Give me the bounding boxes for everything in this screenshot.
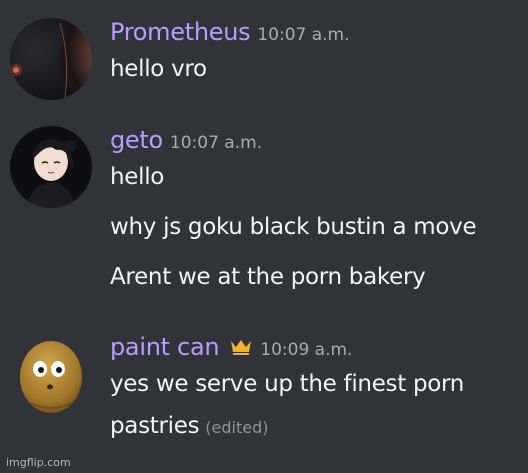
edited-label: (edited) [205, 418, 269, 437]
wall-nut-avatar-icon [10, 333, 92, 415]
timestamp: 10:09 a.m. [260, 340, 353, 360]
message-text-fragment: pastries [110, 413, 200, 439]
anime-character-avatar-icon [10, 126, 92, 208]
message-text: hello vro [110, 56, 207, 82]
username[interactable]: paint can [110, 333, 220, 361]
message-header: geto 10:07 a.m. [110, 126, 528, 160]
message-content: Prometheus 10:07 a.m. hello vro [110, 18, 528, 86]
message-text: hello [110, 164, 165, 190]
avatar[interactable] [10, 126, 92, 208]
message-content: paint can 10:09 a.m. yes we serve up the… [110, 333, 528, 445]
message-text: Arent we at the porn bakery [110, 264, 426, 290]
avatar[interactable] [10, 333, 92, 415]
message-text: yes we serve up the finest porn [110, 371, 465, 397]
message-text: pastries (edited) [110, 409, 528, 445]
timestamp: 10:07 a.m. [257, 25, 350, 45]
planet-avatar-icon [10, 18, 92, 100]
message-header: paint can 10:09 a.m. [110, 333, 528, 367]
crown-icon [229, 338, 253, 356]
avatar[interactable] [10, 18, 92, 100]
username[interactable]: geto [110, 126, 163, 154]
message-content: geto 10:07 a.m. hello why js goku black … [110, 126, 528, 294]
message-text: why js goku black bustin a move [110, 214, 477, 240]
timestamp: 10:07 a.m. [169, 133, 263, 153]
watermark: imgflip.com [6, 456, 71, 469]
username[interactable]: Prometheus [110, 18, 251, 46]
message-header: Prometheus 10:07 a.m. [110, 18, 528, 52]
